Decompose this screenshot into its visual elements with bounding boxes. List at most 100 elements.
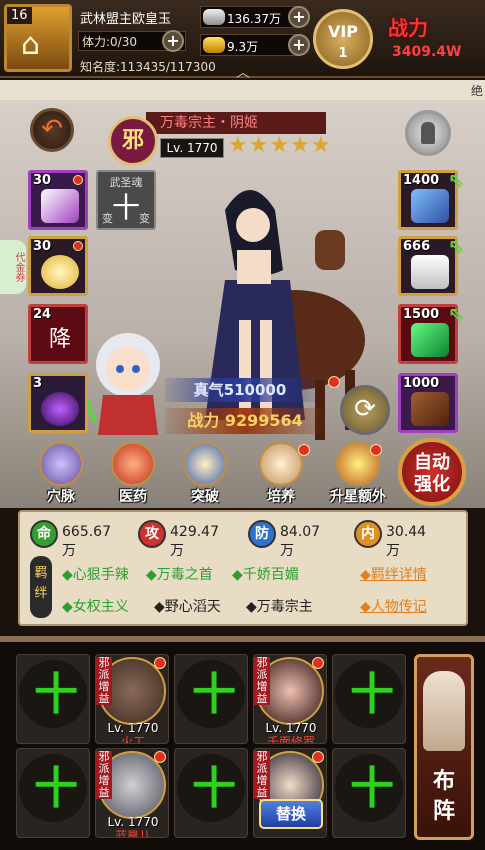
upgrade-arrow-icon: ⇖ (448, 168, 465, 192)
bond-details-link[interactable]: ◆羁绊详情 (360, 564, 427, 584)
team-slot-hero[interactable]: 邪派增益 Lv. 1770 蓝凰儿 (95, 748, 169, 838)
soul-slot[interactable]: 武圣魂 十 变 变 (96, 170, 156, 230)
formation-button[interactable]: 布 阵 (414, 654, 474, 840)
player-avatar[interactable]: 16 ⌂ (4, 4, 72, 72)
ring-icon (41, 255, 79, 289)
add-hero-icon: 十 (34, 763, 78, 814)
vip-badge[interactable]: VIP 1 (313, 9, 373, 69)
orb-icon (41, 392, 79, 426)
team-slot-empty[interactable]: 十 (174, 748, 248, 838)
menu-breakthrough[interactable]: 突破 (174, 442, 236, 506)
stat-badge: 命 (30, 520, 58, 548)
team-slot-empty[interactable]: 十 (332, 654, 406, 744)
equip-slot-left-2[interactable]: 30 (28, 236, 88, 296)
equip-slot-left-1[interactable]: 30 (28, 170, 88, 230)
house-icon: ⌂ (21, 27, 41, 62)
team-slot-empty[interactable]: 十 (16, 654, 90, 744)
add-hero-icon: 十 (350, 763, 394, 814)
bond-item: ◆万毒之首 (146, 567, 213, 583)
bond-item: ◆女权主义 (62, 599, 129, 615)
add-gold-button[interactable]: + (288, 34, 310, 56)
vip-level: 1 (338, 46, 348, 61)
stat-value: 665.67万 (62, 524, 111, 559)
red-dot-icon (312, 657, 324, 669)
armor-icon[interactable] (405, 110, 451, 156)
red-dot-icon (370, 444, 382, 456)
add-hero-icon: 十 (350, 669, 394, 720)
replace-button[interactable]: 替换 (259, 799, 323, 829)
red-dot-icon (154, 657, 166, 669)
menu-label: 突破 (191, 489, 219, 505)
marquee-text: 绝 (470, 84, 483, 98)
skill-glyph: 降 (48, 327, 71, 352)
upgrade-arrow-icon: ⇖ (448, 234, 465, 258)
gold-value: 9.3万 (227, 40, 259, 54)
equip-level: 1000 (403, 376, 440, 391)
fame-value: 113435/117300 (120, 60, 216, 74)
red-dot-icon (73, 241, 83, 251)
formation-label: 布 阵 (417, 767, 471, 827)
vip-text: VIP (327, 22, 359, 41)
add-hero-icon: 十 (34, 669, 78, 720)
stamina-label: 体力: (82, 35, 111, 49)
soul-slot-left: 变 (102, 212, 113, 225)
auto-strengthen-button[interactable]: 自动 强化 (398, 438, 466, 506)
stat-value: 429.47万 (170, 524, 219, 559)
equip-slot-left-3[interactable]: 24 降 (28, 304, 88, 364)
combat-value: 9299564 (224, 411, 303, 430)
formation-line1: 布 (432, 769, 455, 794)
bond-item: ◆万毒宗主 (246, 599, 313, 615)
monk-icon (183, 442, 227, 486)
fame-label: 知名度: (80, 60, 121, 74)
equip-level: 3 (33, 376, 43, 391)
refresh-icon[interactable]: ⟳ (340, 385, 390, 435)
team-slot-empty[interactable]: 十 (332, 748, 406, 838)
evil-faction-tag: 邪派增益 (254, 657, 270, 705)
hero-title: 万毒宗主・阴姬 (146, 112, 326, 134)
voucher-tab[interactable]: 代金券 (0, 240, 26, 294)
stat-badge: 内 (354, 520, 382, 548)
silver-bar: 136.37万 (200, 6, 300, 28)
biography-link[interactable]: ◆人物传记 (360, 596, 427, 616)
menu-star-upgrade[interactable]: 升星额外 (322, 442, 394, 506)
true-qi-label: 真气 (193, 381, 224, 399)
book-icon (411, 323, 449, 357)
evil-faction-tag: 邪派增益 (254, 751, 270, 799)
team-slot-empty[interactable]: 十 (174, 654, 248, 744)
menu-medicine[interactable]: 医药 (102, 442, 164, 506)
robe-icon (411, 255, 449, 289)
chevron-up-icon[interactable]: ︿ (236, 62, 250, 82)
hero-level: Lv. 1770 (160, 138, 224, 158)
combat-power-display: 战力 9299564 (165, 408, 325, 434)
stat-value: 30.44万 (386, 524, 427, 559)
player-name: 武林盟主欧皇玉 (80, 12, 172, 27)
formation-character-art (423, 671, 465, 751)
menu-acupoints[interactable]: 穴脉 (30, 442, 92, 506)
equip-slot-left-4[interactable]: 3 (28, 373, 88, 433)
add-stamina-button[interactable]: + (162, 30, 184, 52)
gold-ingot-icon (203, 37, 225, 53)
auto-line2: 强化 (414, 474, 450, 495)
team-slot-hero-current[interactable]: 邪派增益 替换 (253, 748, 327, 838)
equip-slot-right-4[interactable]: 1000 (398, 373, 458, 433)
player-level: 16 (7, 7, 32, 24)
red-dot-icon (298, 444, 310, 456)
back-button[interactable]: ↶ (30, 108, 74, 152)
equip-level: 666 (403, 239, 431, 254)
menu-label: 培养 (267, 489, 295, 505)
team-slot-hero[interactable]: 邪派增益 Lv. 1770 火工 (95, 654, 169, 744)
menu-label: 穴脉 (47, 489, 75, 505)
team-slot-empty[interactable]: 十 (16, 748, 90, 838)
stamina-value: 0/30 (110, 35, 137, 49)
menu-label: 医药 (119, 489, 147, 505)
hero-stars: ★★★★★ (228, 133, 332, 158)
bonds-label: 羁绊 (30, 556, 52, 618)
meridian-icon (39, 442, 83, 486)
add-silver-button[interactable]: + (288, 6, 310, 28)
combat-label: 战力 (187, 411, 220, 430)
fame-row: 知名度:113435/117300 (80, 58, 216, 75)
stats-panel: 命 665.67万 攻 429.47万 防 84.07万 内 30.44万 羁绊… (18, 510, 468, 626)
hero-scene: ↶ 万毒宗主・阴姬 邪 Lv. 1770 ★★★★★ 30 武圣魂 十 变 变 (0, 100, 485, 508)
mount-icon (411, 392, 449, 426)
team-slot-hero[interactable]: 邪派增益 Lv. 1770 千面修罗 (253, 654, 327, 744)
